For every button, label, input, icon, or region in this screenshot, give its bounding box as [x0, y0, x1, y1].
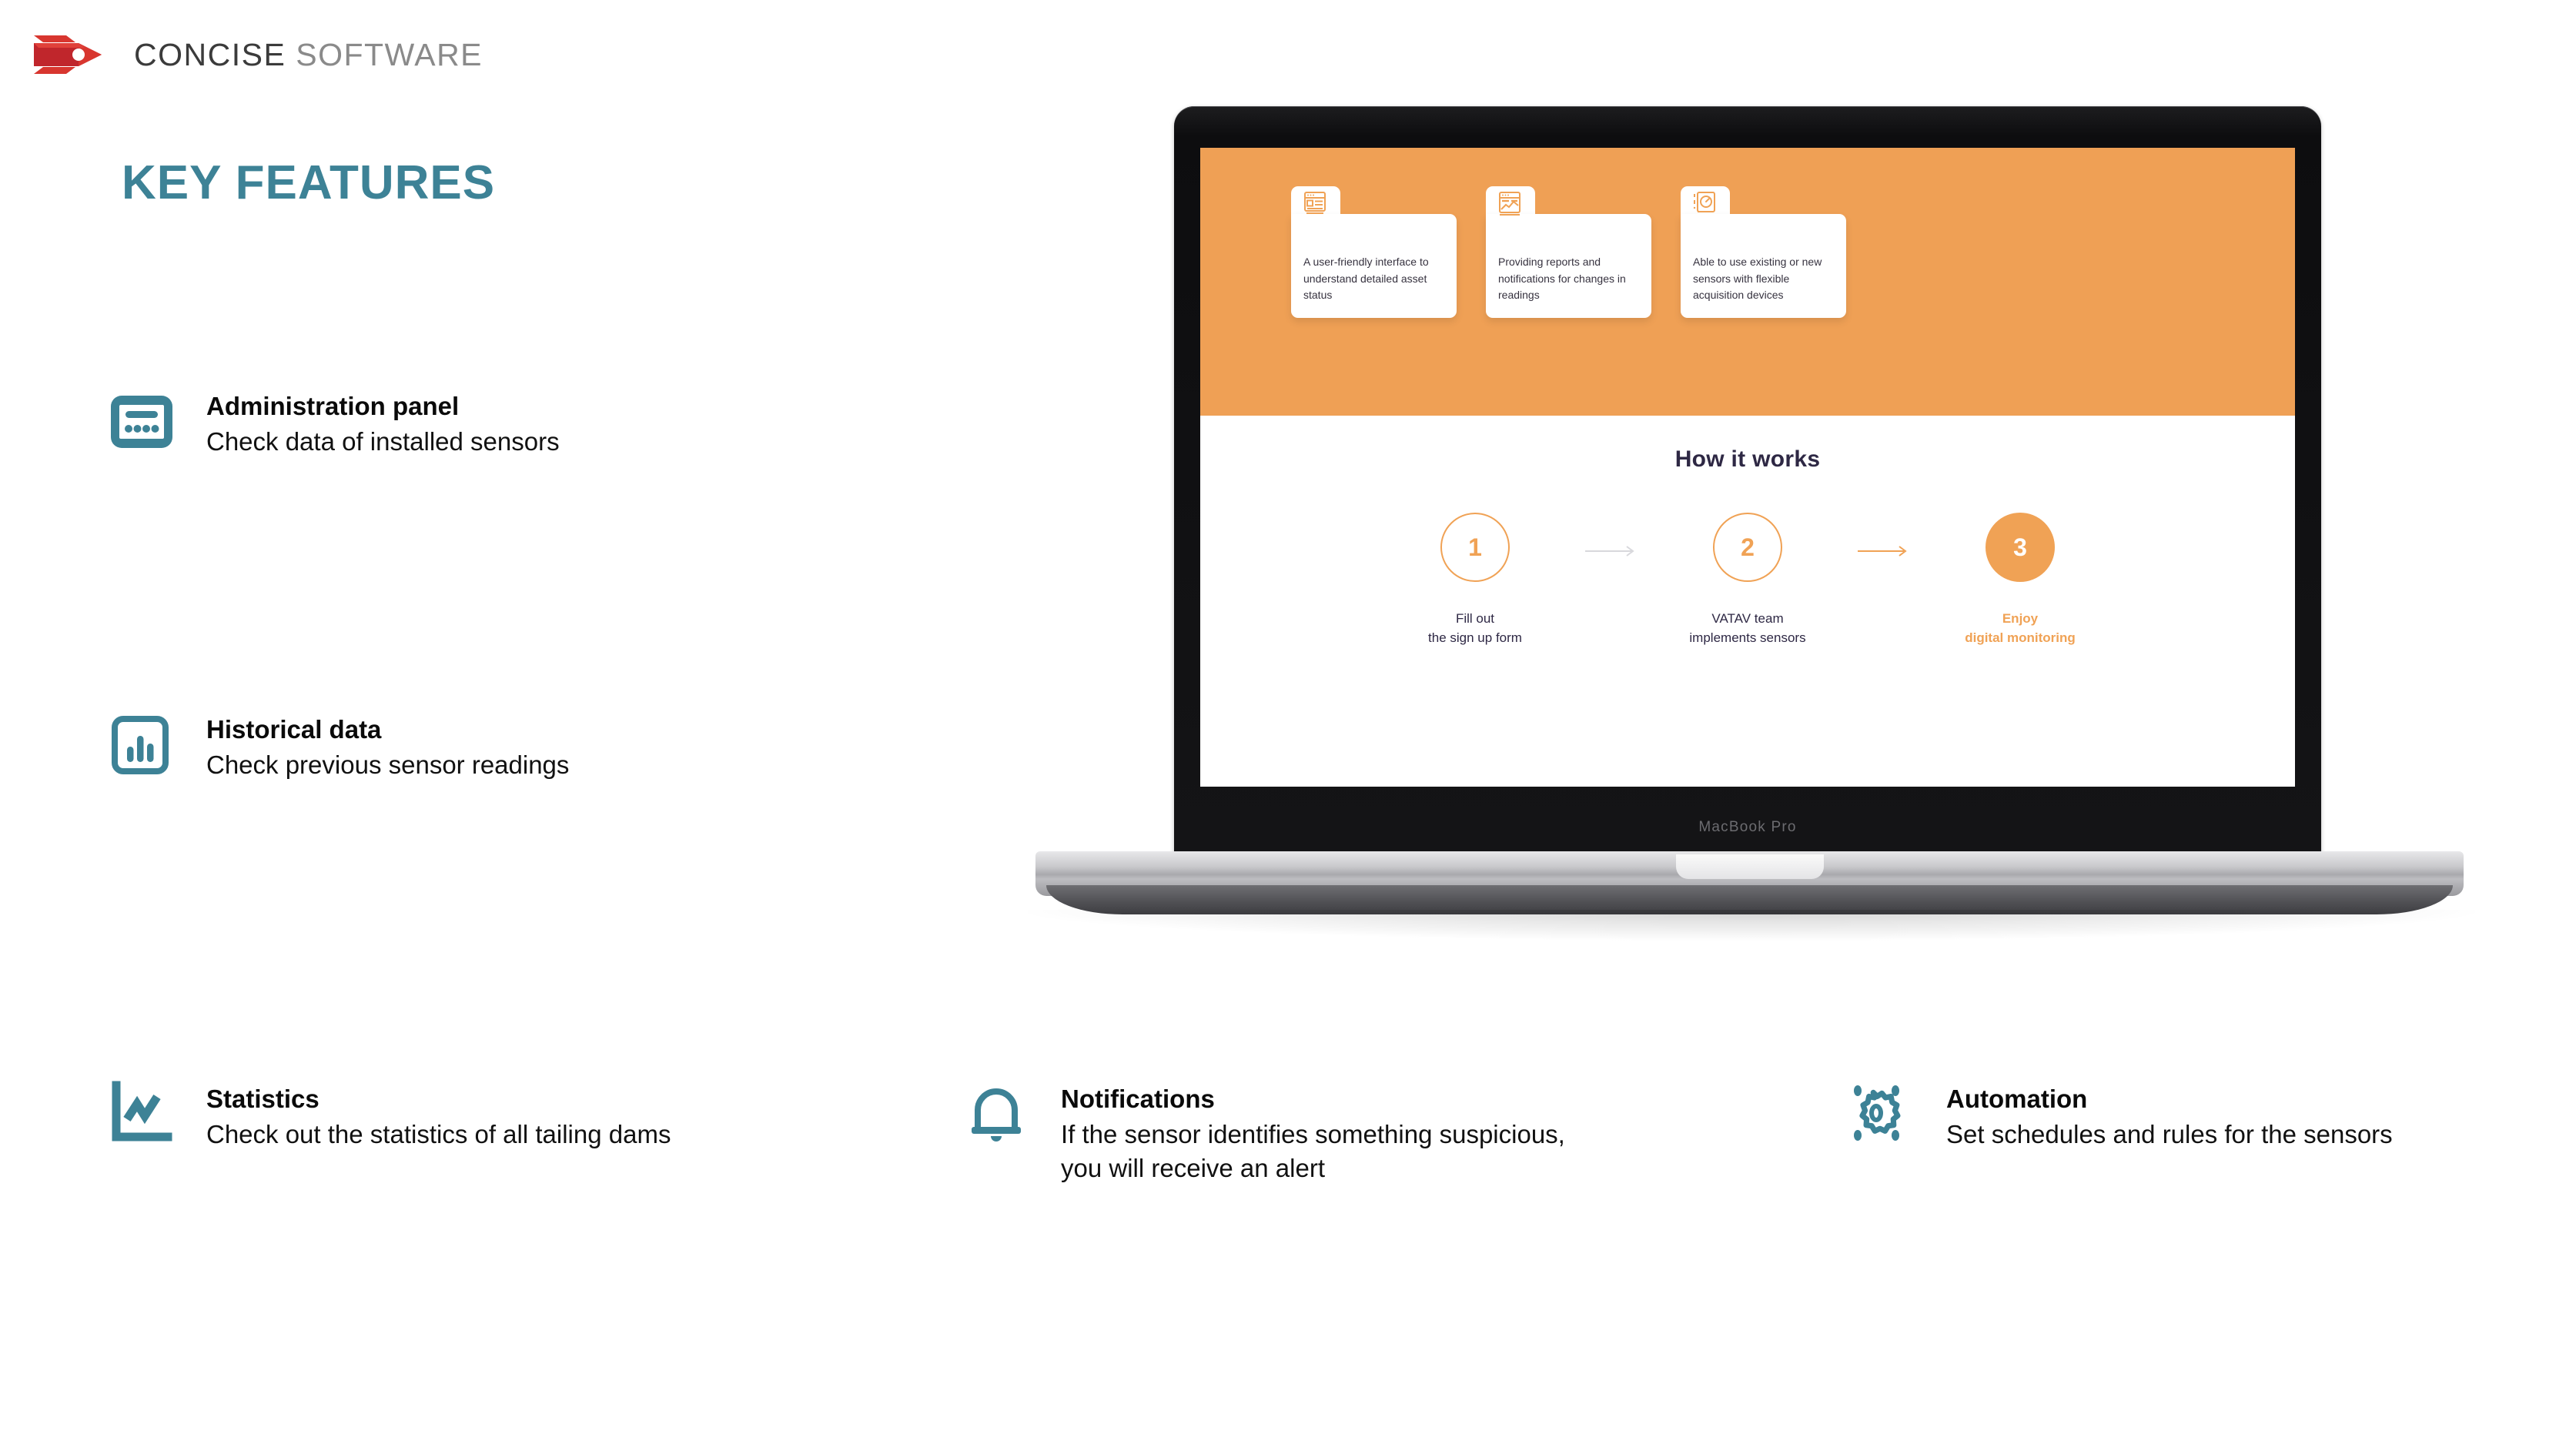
- step-2: 2 VATAV team implements sensors: [1648, 513, 1847, 647]
- step-arrow-1-icon: [1574, 513, 1648, 557]
- card-text: Providing reports and notifications for …: [1498, 256, 1626, 302]
- brand-name-light: SOFTWARE: [296, 36, 483, 72]
- browser-layout-icon: [1304, 192, 1326, 214]
- laptop-mockup: A user-friendly interface to understand …: [1028, 106, 2475, 941]
- feature-text: Notifications If the sensor identifies s…: [1061, 1078, 1571, 1185]
- how-it-works-steps: 1 Fill out the sign up form 2 VATAV team: [1200, 513, 2295, 647]
- step-label: VATAV team implements sensors: [1689, 611, 1806, 645]
- laptop-lid: A user-friendly interface to understand …: [1174, 106, 2321, 861]
- feature-title: Historical data: [206, 715, 382, 744]
- brand-name-bold: CONCISE: [134, 36, 286, 72]
- step-label: Enjoy digital monitoring: [1965, 611, 2076, 645]
- step-number-badge: 1: [1440, 513, 1510, 582]
- feature-description: Set schedules and rules for the sensors: [1946, 1120, 2393, 1149]
- hero-card[interactable]: Providing reports and notifications for …: [1486, 186, 1651, 319]
- how-it-works-title: How it works: [1674, 446, 1821, 472]
- feature-statistics: Statistics Check out the statistics of a…: [100, 1078, 685, 1161]
- laptop-model-label: MacBook Pro: [1698, 819, 1797, 835]
- screen-hero-section: A user-friendly interface to understand …: [1200, 148, 2295, 416]
- feature-description: Check out the statistics of all tailing …: [206, 1120, 671, 1149]
- step-label: Fill out the sign up form: [1428, 611, 1522, 645]
- gauge-device-icon: [1693, 192, 1715, 212]
- how-it-works-section: How it works 1 Fill out the sign up form: [1200, 416, 2295, 787]
- step-number-badge: 3: [1986, 513, 2055, 582]
- feature-text: Administration panel Check data of insta…: [206, 385, 560, 459]
- page-title: KEY FEATURES: [122, 156, 496, 209]
- card-text: A user-friendly interface to understand …: [1303, 256, 1429, 302]
- line-chart-axes-icon: [100, 1078, 183, 1161]
- card-body: Able to use existing or new sensors with…: [1681, 192, 1846, 319]
- bar-chart-icon: [100, 708, 183, 791]
- concise-arrow-logo-icon: [34, 35, 102, 74]
- brand-logo: CONCISE SOFTWARE: [31, 29, 483, 80]
- feature-title: Notifications: [1061, 1085, 1215, 1113]
- hero-card[interactable]: Able to use existing or new sensors with…: [1681, 186, 1846, 319]
- feature-title: Administration panel: [206, 392, 460, 420]
- step-3: 3 Enjoy digital monitoring: [1921, 513, 2119, 647]
- feature-administration-panel: Administration panel Check data of insta…: [100, 385, 639, 468]
- feature-text: Automation Set schedules and rules for t…: [1946, 1078, 2393, 1152]
- feature-description: If the sensor identifies something suspi…: [1061, 1120, 1565, 1182]
- slide-canvas: CONCISE SOFTWARE KEY FEATURES Administra…: [0, 0, 2576, 1444]
- hero-card[interactable]: A user-friendly interface to understand …: [1291, 186, 1457, 319]
- laptop-screen: A user-friendly interface to understand …: [1200, 148, 2295, 787]
- feature-title: Automation: [1946, 1085, 2088, 1113]
- card-text: Able to use existing or new sensors with…: [1693, 256, 1822, 302]
- gear-icon: [1840, 1078, 1923, 1161]
- feature-description: Check data of installed sensors: [206, 427, 560, 456]
- bell-icon: [955, 1078, 1038, 1161]
- laptop-shadow: [1028, 910, 2475, 941]
- admin-panel-icon: [100, 385, 183, 468]
- feature-title: Statistics: [206, 1085, 319, 1113]
- laptop-base-notch: [1675, 854, 1824, 879]
- card-body: Providing reports and notifications for …: [1486, 192, 1651, 319]
- brand-wordmark: CONCISE SOFTWARE: [134, 37, 483, 73]
- hero-card-list: A user-friendly interface to understand …: [1291, 186, 1846, 319]
- feature-description: Check previous sensor readings: [206, 750, 570, 780]
- feature-notifications: Notifications If the sensor identifies s…: [955, 1078, 1571, 1185]
- report-chart-icon: [1499, 192, 1521, 216]
- feature-text: Statistics Check out the statistics of a…: [206, 1078, 671, 1152]
- step-1: 1 Fill out the sign up form: [1376, 513, 1574, 647]
- feature-text: Historical data Check previous sensor re…: [206, 708, 569, 782]
- feature-automation: Automation Set schedules and rules for t…: [1840, 1078, 2456, 1161]
- step-number-badge: 2: [1713, 513, 1782, 582]
- feature-historical-data: Historical data Check previous sensor re…: [100, 708, 639, 791]
- step-arrow-2-icon: [1847, 513, 1921, 557]
- card-body: A user-friendly interface to understand …: [1291, 192, 1457, 319]
